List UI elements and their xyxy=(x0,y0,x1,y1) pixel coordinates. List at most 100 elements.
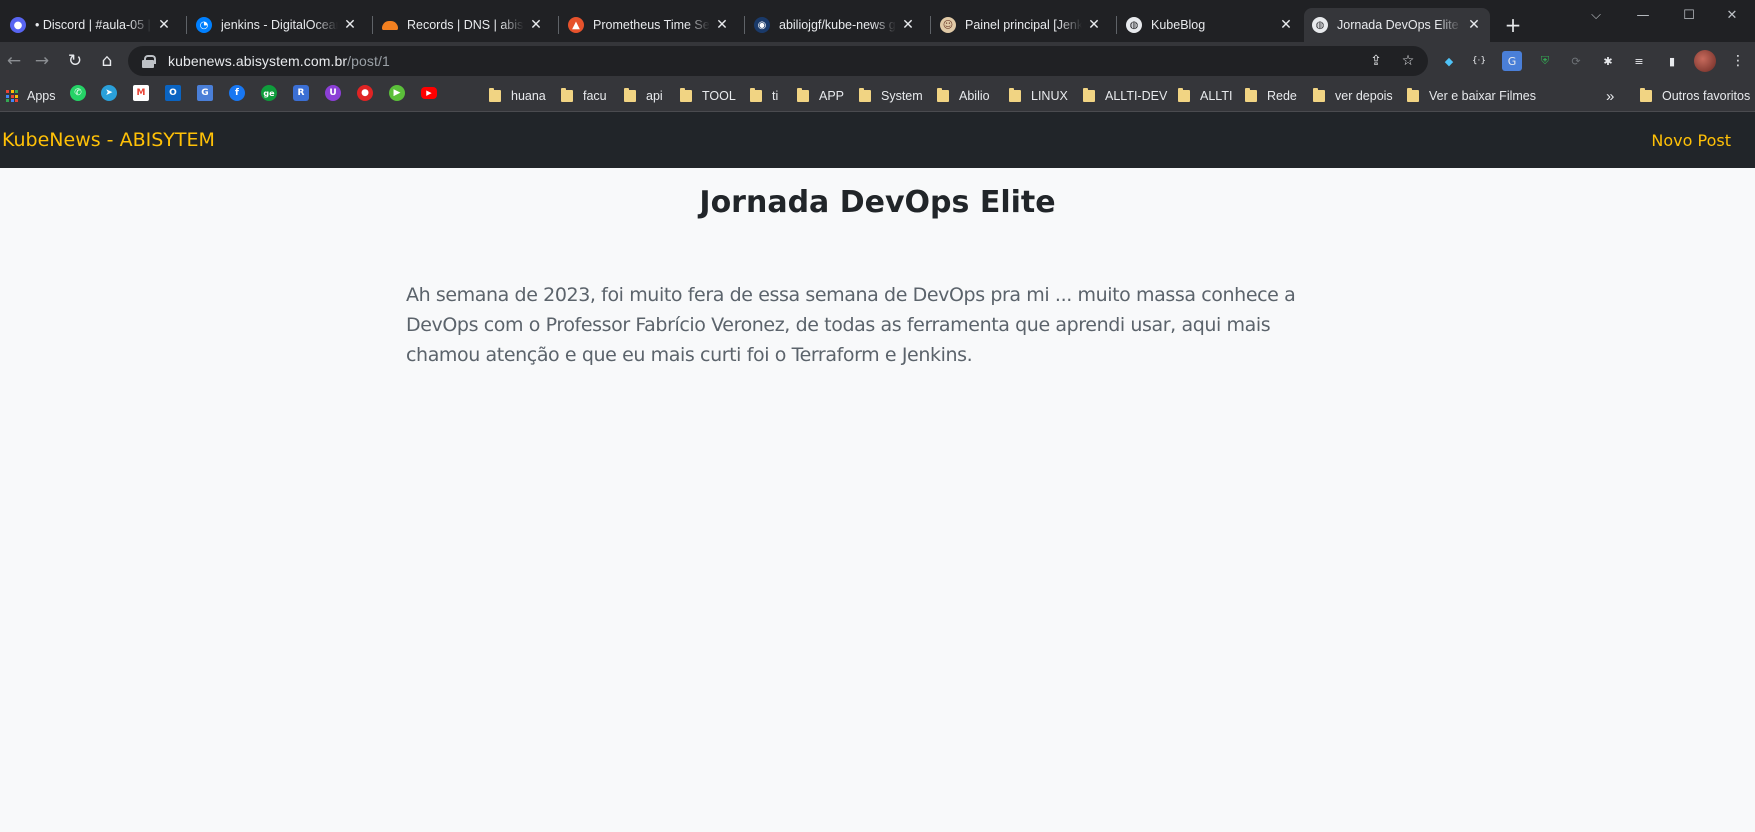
star-icon[interactable]: ☆ xyxy=(1397,50,1419,72)
bookmarks-overflow-button[interactable]: » xyxy=(1606,86,1614,106)
tab-strip: ● • Discord | #aula-05 | Jo ✕ ◔ jenkins … xyxy=(0,0,1755,42)
cloudflare-icon xyxy=(382,20,398,30)
json-extension-icon[interactable]: {·} xyxy=(1469,51,1489,71)
bookmark-folder-rede[interactable]: Rede xyxy=(1245,86,1297,106)
play-icon[interactable]: ▶ xyxy=(389,85,405,101)
folder-icon xyxy=(561,88,573,102)
folder-icon xyxy=(1009,88,1021,102)
media-control-icon[interactable]: ≡ xyxy=(1629,51,1649,71)
back-icon[interactable]: ← xyxy=(0,47,28,75)
share-icon[interactable]: ⇪ xyxy=(1365,50,1387,72)
bookmark-folder-abilio[interactable]: Abilio xyxy=(937,86,990,106)
bookmark-folder-tool[interactable]: TOOL xyxy=(680,86,736,106)
youtube-icon[interactable]: ▶ xyxy=(421,87,437,99)
folder-icon xyxy=(797,88,809,102)
close-icon[interactable]: ✕ xyxy=(1466,17,1482,33)
tab-digitalocean[interactable]: ◔ jenkins - DigitalOcean ✕ xyxy=(188,8,366,42)
folder-icon xyxy=(1313,88,1325,102)
new-tab-button[interactable]: + xyxy=(1500,12,1526,38)
window-close-icon[interactable]: ✕ xyxy=(1709,0,1755,30)
bookmark-label: Outros favoritos xyxy=(1662,89,1751,103)
post-body: Ah semana de 2023, foi muito fera de ess… xyxy=(406,284,1296,366)
tab-docker[interactable]: ◉ abiliojgf/kube-news ge ✕ xyxy=(746,8,924,42)
globe-icon: ◍ xyxy=(1126,17,1142,33)
bookmark-folder-linux[interactable]: LINUX xyxy=(1009,86,1068,106)
telegram-icon[interactable]: ➤ xyxy=(101,85,117,101)
folder-icon xyxy=(1245,88,1257,102)
folder-icon xyxy=(859,88,871,102)
bookmark-label: ALLTI xyxy=(1200,89,1233,103)
new-post-link[interactable]: Novo Post xyxy=(1651,131,1731,150)
tab-title: abiliojgf/kube-news ge xyxy=(779,18,896,32)
browser-toolbar: ← → ↻ ⌂ kubenews.abisystem.com.br/post/1… xyxy=(0,42,1755,80)
tab-separator xyxy=(186,16,187,34)
u-app-icon[interactable]: U xyxy=(325,85,341,101)
close-icon[interactable]: ✕ xyxy=(900,17,916,33)
home-icon[interactable]: ⌂ xyxy=(93,47,121,75)
close-icon[interactable]: ✕ xyxy=(714,17,730,33)
tab-discord[interactable]: ● • Discord | #aula-05 | Jo ✕ xyxy=(2,8,180,42)
folder-icon xyxy=(1640,88,1652,102)
sync-extension-icon[interactable]: ⟳ xyxy=(1566,51,1586,71)
forward-icon[interactable]: → xyxy=(28,47,56,75)
folder-icon xyxy=(1083,88,1095,102)
tab-cloudflare[interactable]: Records | DNS | abisyst ✕ xyxy=(374,8,552,42)
bookmark-folder-api[interactable]: api xyxy=(624,86,663,106)
docker-icon: ◉ xyxy=(754,17,770,33)
facebook-icon[interactable]: f xyxy=(229,85,245,101)
bookmark-folder-allti-dev[interactable]: ALLTI-DEV xyxy=(1083,86,1167,106)
gem-extension-icon[interactable]: ◆ xyxy=(1439,51,1459,71)
tab-jenkins[interactable]: ☺ Painel principal [Jenkin ✕ xyxy=(932,8,1110,42)
tab-jornada-devops-elite[interactable]: ◍ Jornada DevOps Elite ✕ xyxy=(1304,8,1490,42)
close-icon[interactable]: ✕ xyxy=(342,17,358,33)
tab-prometheus[interactable]: ▲ Prometheus Time Serie ✕ xyxy=(560,8,738,42)
maximize-icon[interactable]: ☐ xyxy=(1666,0,1712,30)
bookmark-label: api xyxy=(646,89,663,103)
bookmark-label: TOOL xyxy=(702,89,736,103)
bookmark-label: LINUX xyxy=(1031,89,1068,103)
lock-icon xyxy=(142,55,156,68)
bookmark-apps[interactable]: Apps xyxy=(6,86,56,106)
bookmark-label: Ver e baixar Filmes xyxy=(1429,89,1536,103)
bookmark-folder-huana[interactable]: huana xyxy=(489,86,546,106)
tab-separator xyxy=(744,16,745,34)
bookmark-folder-ti[interactable]: ti xyxy=(750,86,778,106)
tab-title: Records | DNS | abisyst xyxy=(407,18,524,32)
tab-kubeblog[interactable]: ◍ KubeBlog ✕ xyxy=(1118,8,1302,42)
overflow-chevron-icon: » xyxy=(1606,87,1615,105)
tab-separator xyxy=(372,16,373,34)
minimize-icon[interactable]: — xyxy=(1620,0,1666,30)
site-brand-link[interactable]: KubeNews - ABISYTEM xyxy=(2,129,215,151)
translate-extension-icon[interactable]: G xyxy=(1502,51,1522,71)
ge-icon[interactable]: ge xyxy=(261,85,277,101)
bookmark-folder-app[interactable]: APP xyxy=(797,86,844,106)
reload-icon[interactable]: ↻ xyxy=(61,47,89,75)
bookmark-folder-allti[interactable]: ALLTI xyxy=(1178,86,1232,106)
gmail-icon[interactable]: M xyxy=(133,85,149,101)
whatsapp-icon[interactable]: ✆ xyxy=(70,85,86,101)
outlook-icon[interactable]: O xyxy=(165,85,181,101)
r-app-icon[interactable]: R xyxy=(293,85,309,101)
microphone-icon[interactable]: ● xyxy=(357,85,373,101)
close-icon[interactable]: ✕ xyxy=(1086,17,1102,33)
side-panel-icon[interactable]: ▮ xyxy=(1662,51,1682,71)
post-title: Jornada DevOps Elite xyxy=(699,185,1056,220)
translate-icon[interactable]: G xyxy=(197,85,213,101)
shield-extension-icon[interactable]: ⛨ xyxy=(1535,51,1555,71)
close-icon[interactable]: ✕ xyxy=(1278,17,1294,33)
menu-icon[interactable]: ⋮ xyxy=(1728,51,1748,71)
extensions-puzzle-icon[interactable]: ✱ xyxy=(1598,51,1618,71)
tab-search-icon[interactable]: ⌵ xyxy=(1573,0,1619,30)
close-icon[interactable]: ✕ xyxy=(528,17,544,33)
tab-title: • Discord | #aula-05 | Jo xyxy=(35,18,152,32)
close-icon[interactable]: ✕ xyxy=(156,17,172,33)
address-bar[interactable]: kubenews.abisystem.com.br/post/1 ⇪ ☆ xyxy=(128,46,1428,76)
profile-avatar[interactable] xyxy=(1694,50,1716,72)
tab-title: Jornada DevOps Elite xyxy=(1337,18,1459,32)
bookmark-folder-facu[interactable]: facu xyxy=(561,86,607,106)
globe-icon: ◍ xyxy=(1312,17,1328,33)
bookmark-folder-other-favorites[interactable]: Outros favoritos xyxy=(1640,86,1750,106)
bookmark-folder-system[interactable]: System xyxy=(859,86,923,106)
bookmark-folder-ver-depois[interactable]: ver depois xyxy=(1313,86,1393,106)
bookmark-folder-ver-e-baixar-filmes[interactable]: Ver e baixar Filmes xyxy=(1407,86,1536,106)
